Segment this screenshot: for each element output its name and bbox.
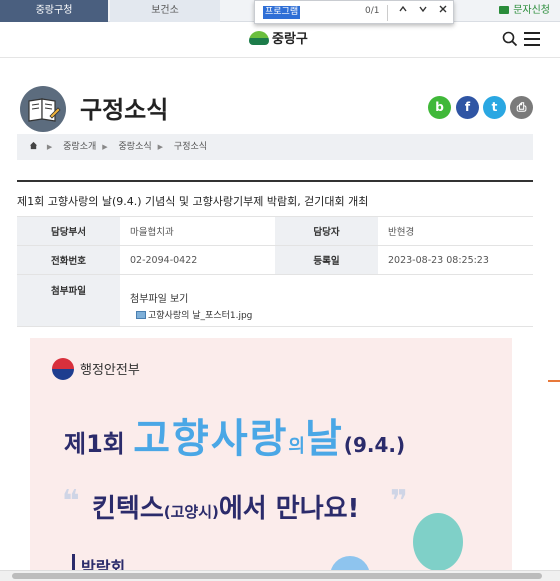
breadcrumb: ▶ 중랑소개 ▶ 중랑소식 ▶ 구정소식 (17, 134, 533, 160)
open-quote-mark: ❝ (62, 484, 80, 519)
manager-label: 담당자 (275, 216, 378, 246)
scrollbar-thumb[interactable] (12, 573, 542, 579)
phone-label: 전화번호 (17, 245, 120, 275)
poster-subline: 킨텍스(고양시)에서 만나요! (92, 488, 359, 525)
attach-view-link[interactable]: 첨부파일 보기 (130, 290, 533, 305)
breadcrumb-item[interactable]: 중랑소식 (119, 142, 152, 152)
find-match-count: 0/1 (365, 6, 380, 16)
attach-label: 첨부파일 (17, 274, 120, 327)
attach-cell: 첨부파일 보기 고향사랑의 날_포스터1.jpg (120, 274, 533, 327)
image-file-icon (136, 311, 146, 319)
breadcrumb-item[interactable]: 구정소식 (174, 142, 207, 152)
sms-request-label: 문자신청 (513, 5, 550, 16)
find-previous-button[interactable] (395, 4, 411, 20)
poster-headline-date: (9.4.) (343, 433, 406, 457)
attach-file-link[interactable]: 고향사랑의 날_포스터1.jpg (136, 308, 533, 321)
search-icon (502, 31, 518, 47)
date-value: 2023-08-23 08:25:23 (378, 245, 533, 275)
print-button[interactable]: ⎙ (510, 96, 533, 119)
poster-headline-prefix: 제1회 (64, 430, 125, 458)
poster-image: 행정안전부 제1회 고향사랑의날(9.4.) ❝ ❞ 킨텍스(고양시)에서 만나… (30, 338, 512, 581)
phone-value: 02-2094-0422 (120, 245, 275, 275)
site-logo[interactable]: 중랑구 (249, 29, 308, 51)
poster-subline-rest: 에서 만나요! (218, 494, 360, 524)
dept-value: 마을협치과 (120, 216, 275, 246)
manager-value: 반현경 (378, 216, 533, 246)
balloon-icon (413, 513, 463, 571)
breadcrumb-arrow-icon: ▶ (157, 143, 164, 151)
dept-label: 담당부서 (17, 216, 120, 246)
share-band-button[interactable]: b (428, 96, 451, 119)
poster-subline-main: 킨텍스 (92, 494, 164, 524)
book-icon (20, 86, 66, 132)
hamburger-icon (524, 32, 540, 34)
poster-headline-particle: 의 (288, 436, 305, 457)
menu-button[interactable] (524, 32, 540, 46)
attach-file-name: 고향사랑의 날_포스터1.jpg (148, 311, 253, 321)
chevron-up-icon (399, 5, 407, 12)
find-close-button[interactable] (435, 4, 451, 20)
message-icon (499, 6, 510, 14)
breadcrumb-item[interactable]: 중랑소개 (63, 142, 96, 152)
scroll-position-marker (548, 380, 560, 382)
close-icon (439, 5, 447, 13)
share-facebook-button[interactable]: f (456, 96, 479, 119)
taegeuk-emblem-icon (52, 358, 74, 380)
ministry-name: 행정안전부 (80, 363, 140, 378)
tab-health-center[interactable]: 보건소 (110, 0, 220, 22)
find-in-page-bar: 프로그램 0/1 (254, 0, 454, 24)
site-header: 중랑구 (0, 22, 560, 58)
home-icon[interactable] (29, 141, 41, 152)
post-meta-table: 담당부서 마을협치과 담당자 반현경 전화번호 02-2094-0422 등록일… (17, 216, 533, 327)
find-input[interactable]: 프로그램 (263, 6, 301, 19)
poster-headline-day: 날 (304, 416, 344, 462)
logo-text: 중랑구 (272, 32, 308, 47)
poster-subline-small: (고양시) (163, 503, 219, 521)
page-title: 구정소식 (80, 96, 169, 124)
date-label: 등록일 (275, 245, 378, 275)
poster-headline: 제1회 고향사랑의날(9.4.) (64, 406, 405, 464)
share-twitter-button[interactable]: t (483, 96, 506, 119)
tab-jungnang-office[interactable]: 중랑구청 (0, 0, 108, 22)
breadcrumb-arrow-icon: ▶ (102, 143, 108, 151)
jungnang-logo-icon (249, 31, 269, 45)
find-divider (387, 5, 388, 21)
horizontal-scrollbar[interactable] (0, 570, 560, 581)
breadcrumb-arrow-icon: ▶ (46, 143, 53, 151)
poster-headline-main: 고향사랑 (133, 416, 289, 462)
chevron-down-icon (419, 6, 427, 13)
ministry-logo: 행정안전부 (52, 358, 140, 380)
sms-request-link[interactable]: 문자신청 (499, 0, 550, 22)
close-quote-mark: ❞ (390, 484, 408, 519)
find-next-button[interactable] (415, 4, 431, 20)
search-button[interactable] (502, 31, 518, 47)
post-title: 제1회 고향사랑의 날(9.4.) 기념식 및 고향사랑기부제 박람회, 걷기대… (17, 180, 533, 216)
